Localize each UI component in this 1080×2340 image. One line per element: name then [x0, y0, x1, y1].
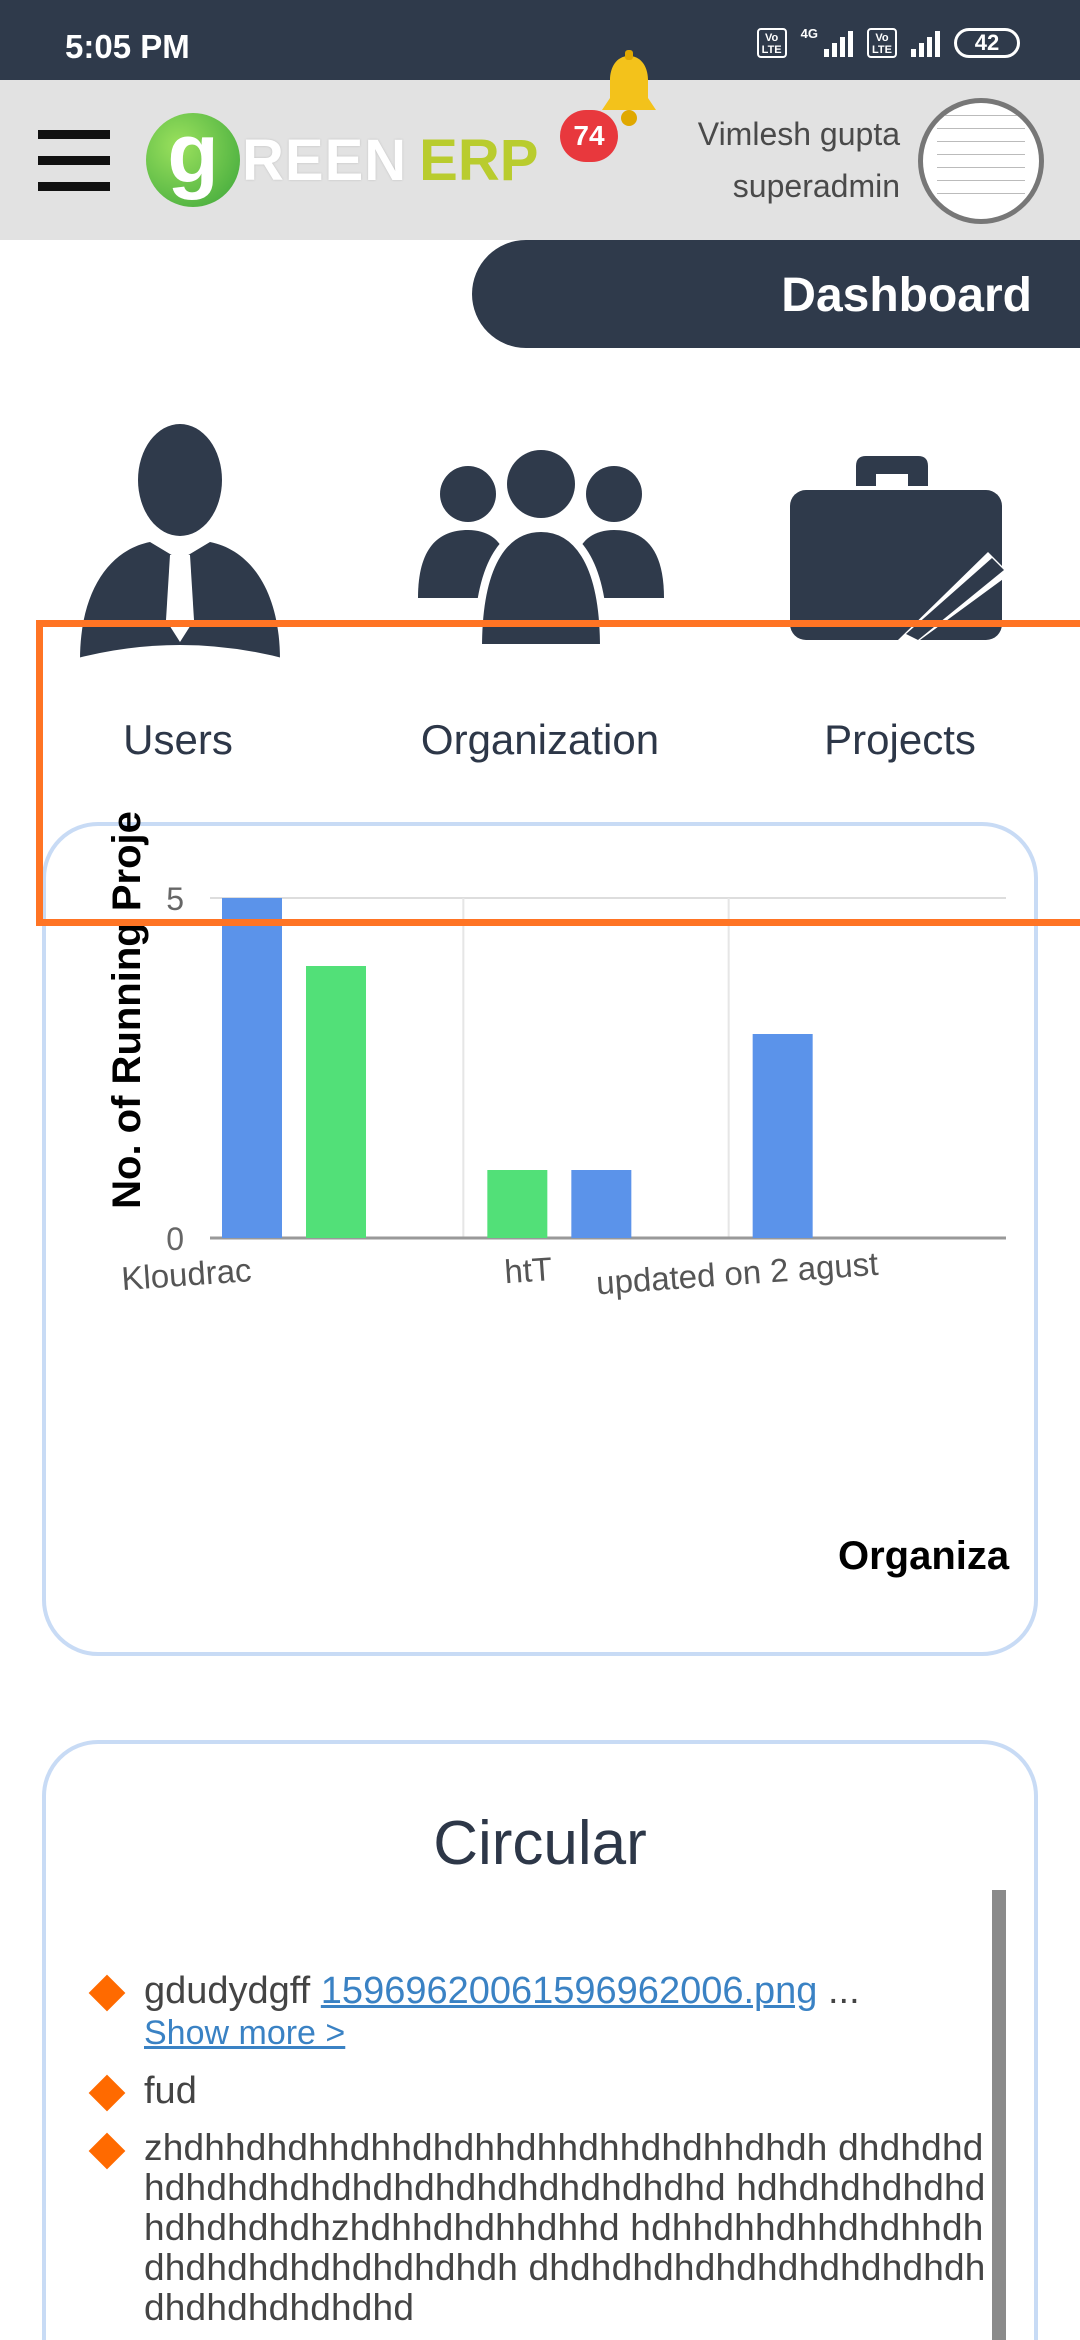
x-tick-label: htT	[503, 1250, 553, 1290]
list-item: gdudydgff 15969620061596962006.png ... S…	[88, 1970, 990, 2054]
bar	[487, 1170, 548, 1238]
bullet-icon	[88, 1974, 126, 2012]
circular-text: fud	[144, 2070, 197, 2112]
bar	[306, 966, 366, 1238]
bar	[222, 898, 282, 1238]
show-more-link[interactable]: Show more >	[144, 2012, 990, 2054]
chart-y-axis-label: No. of Running Proje	[105, 811, 149, 1209]
list-item: zhdhhdhdhhdhhdhdhhdhhdhhdhdhhdhdh dhdhdh…	[88, 2127, 990, 2328]
y-tick-label: 0	[166, 1221, 184, 1257]
list-item: fud	[88, 2070, 990, 2112]
running-projects-chart: 0 5 Kloudrac htT updated on 2 agust No. of Ru…	[105, 811, 1006, 1302]
circular-text: zhdhhdhdhhdhhdhdhhdhhdhhdhdhhdhdh dhdhdh…	[144, 2127, 986, 2328]
ellipsis: ...	[828, 1970, 860, 2012]
bar	[571, 1170, 632, 1238]
circular-text: gdudydgff	[144, 1970, 311, 2012]
bullet-icon	[88, 2074, 126, 2112]
y-tick-label: 5	[166, 881, 184, 917]
bullet-icon	[88, 2132, 126, 2170]
circular-title: Circular	[433, 1809, 647, 1878]
circular-scrollbar[interactable]	[992, 1890, 1006, 2340]
chart-x-axis-label: Organiza	[838, 1534, 1010, 1578]
x-tick-label: Kloudrac	[120, 1251, 253, 1297]
attachment-link[interactable]: 15969620061596962006.png	[321, 1970, 818, 2012]
circular-list: gdudydgff 15969620061596962006.png ... S…	[88, 1970, 990, 2340]
bar	[752, 1034, 813, 1238]
x-tick-label: updated on 2 agust	[595, 1245, 879, 1302]
